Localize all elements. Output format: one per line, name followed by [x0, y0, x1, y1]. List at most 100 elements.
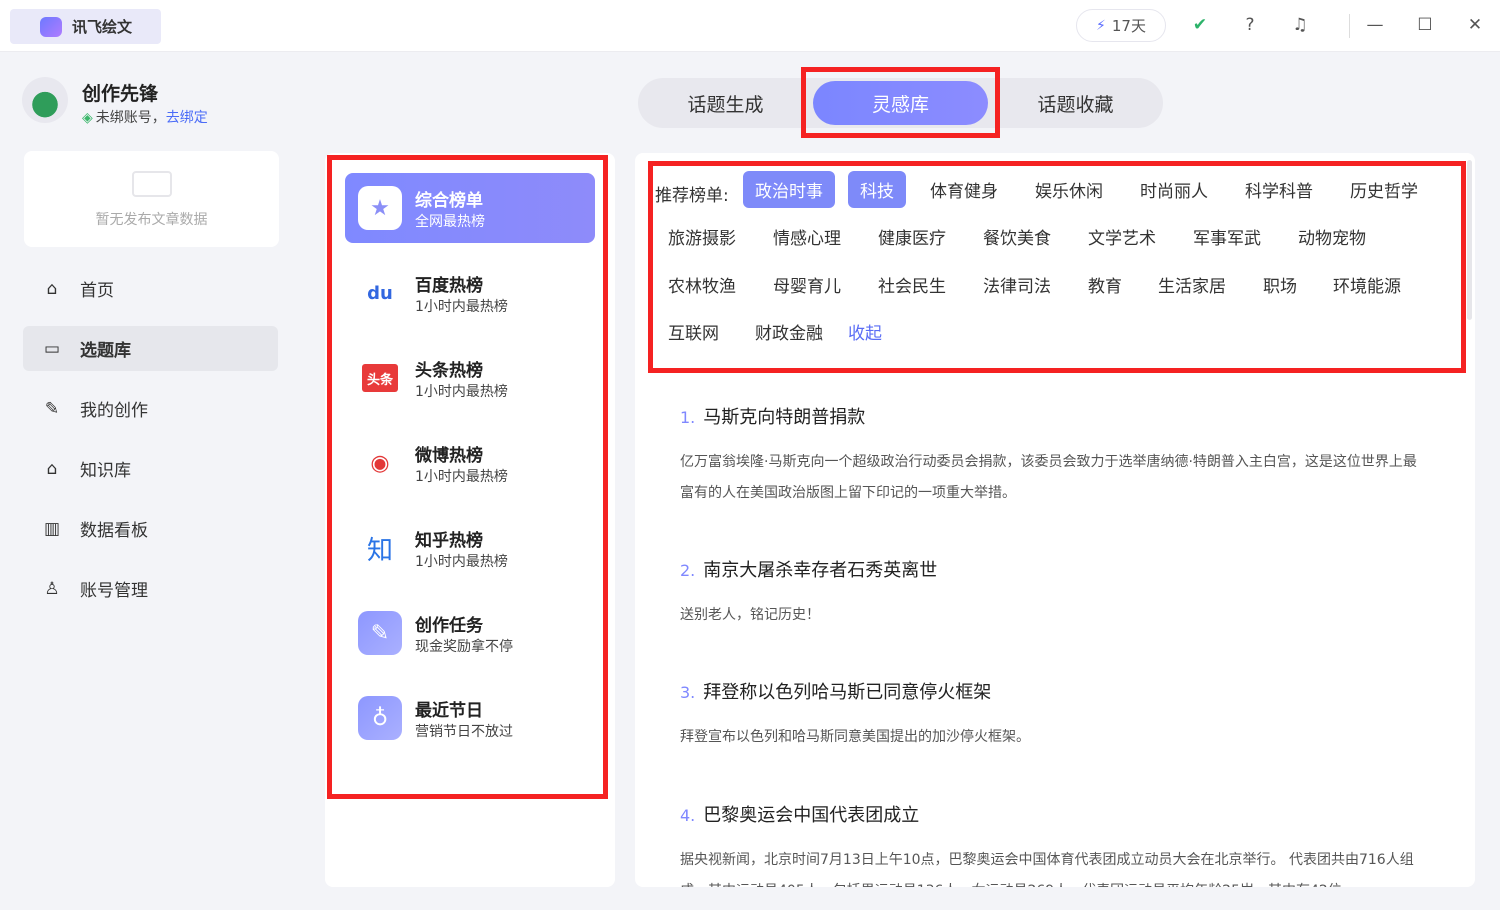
category-chip[interactable]: 科学科普: [1233, 171, 1325, 208]
category-chip[interactable]: 生活家居: [1146, 266, 1238, 303]
category-label: 推荐榜单:: [655, 186, 729, 206]
article-title-text: 拜登称以色列哈马斯已同意停火框架: [703, 682, 992, 703]
list-item-holidays[interactable]: ♁ 最近节日 营销节日不放过: [345, 683, 595, 753]
sidebar-item-label: 知识库: [80, 461, 131, 481]
list-subtitle: 1小时内最热榜: [415, 299, 508, 315]
balloon-icon: ♁: [358, 696, 402, 740]
list-item-zhihu[interactable]: 知 知乎热榜 1小时内最热榜: [345, 513, 595, 583]
article-title[interactable]: 3. 拜登称以色列哈马斯已同意停火框架: [680, 678, 1430, 704]
no-data-panel: 暂无发布文章数据: [24, 151, 279, 247]
avatar[interactable]: [22, 77, 68, 123]
list-item-weibo[interactable]: ◉ 微博热榜 1小时内最热榜: [345, 428, 595, 498]
maximize-icon[interactable]: ☐: [1414, 14, 1436, 36]
category-chip[interactable]: 军事军武: [1181, 218, 1273, 255]
status-text: 未绑账号，: [95, 110, 166, 126]
sidebar-item-label: 数据看板: [80, 521, 148, 541]
sidebar-item-accounts[interactable]: ♙ 账号管理: [23, 566, 278, 611]
main-menu: ⌂ 首页 ▭ 选题库 ✎ 我的创作 ⌂ 知识库 ▥ 数据看板 ♙ 账号管理: [23, 266, 278, 626]
shield-icon: ◈: [82, 110, 93, 126]
trial-badge[interactable]: ⚡ 17天: [1076, 9, 1166, 42]
list-item-toutiao[interactable]: 头条 头条热榜 1小时内最热榜: [345, 343, 595, 413]
list-title: 知乎热榜: [415, 531, 483, 551]
list-title: 头条热榜: [415, 361, 483, 381]
no-data-text: 暂无发布文章数据: [95, 212, 208, 228]
category-chip[interactable]: 体育健身: [918, 171, 1010, 208]
article-item[interactable]: 3. 拜登称以色列哈马斯已同意停火框架 拜登宣布以色列和哈马斯同意美国提出的加沙停…: [680, 678, 1430, 753]
category-chip[interactable]: 文学艺术: [1076, 218, 1168, 255]
category-chip[interactable]: 健康医疗: [866, 218, 958, 255]
category-chip[interactable]: 教育: [1076, 266, 1134, 303]
tab-topic-generation[interactable]: 话题生成: [638, 78, 813, 128]
category-chip[interactable]: 科技: [848, 171, 906, 208]
category-chip[interactable]: 互联网: [656, 313, 731, 350]
minimize-icon[interactable]: —: [1364, 14, 1386, 36]
list-subtitle: 1小时内最热榜: [415, 554, 508, 570]
list-title: 综合榜单: [415, 191, 483, 211]
sidebar-item-label: 选题库: [80, 341, 131, 361]
close-icon[interactable]: ✕: [1464, 14, 1486, 36]
category-chip[interactable]: 法律司法: [971, 266, 1063, 303]
sidebar-item-my-creations[interactable]: ✎ 我的创作: [23, 386, 278, 431]
bell-icon[interactable]: ♫: [1289, 14, 1311, 36]
category-chip[interactable]: 母婴育儿: [761, 266, 853, 303]
article-title[interactable]: 2. 南京大屠杀幸存者石秀英离世: [680, 556, 1430, 582]
list-subtitle: 全网最热榜: [415, 214, 485, 230]
list-title: 最近节日: [415, 701, 483, 721]
category-chip[interactable]: 娱乐休闲: [1023, 171, 1115, 208]
sidebar-item-label: 我的创作: [80, 401, 148, 421]
article-description: 亿万富翁埃隆·马斯克向一个超级政治行动委员会捐款，该委员会致力于选举唐纳德·特朗…: [680, 454, 1417, 501]
list-item-comprehensive[interactable]: ★ 综合榜单 全网最热榜: [345, 173, 595, 243]
article-title-text: 马斯克向特朗普捐款: [703, 407, 866, 428]
sidebar-item-topic-library[interactable]: ▭ 选题库: [23, 326, 278, 371]
category-chip[interactable]: 农林牧渔: [656, 266, 748, 303]
sidebar: 创作先锋 ◈ 未绑账号，去绑定 暂无发布文章数据 ⌂ 首页 ▭ 选题库 ✎ 我的创作 ⌂…: [0, 53, 300, 910]
article-item[interactable]: 2. 南京大屠杀幸存者石秀英离世 送别老人，铭记历史！: [680, 556, 1430, 631]
category-chip[interactable]: 财政金融: [743, 313, 835, 350]
list-subtitle: 1小时内最热榜: [415, 469, 508, 485]
category-chip[interactable]: 餐饮美食: [971, 218, 1063, 255]
sidebar-item-home[interactable]: ⌂ 首页: [23, 266, 278, 311]
category-chip[interactable]: 动物宠物: [1286, 218, 1378, 255]
article-item[interactable]: 4. 巴黎奥运会中国代表团成立 据央视新闻，北京时间7月13日上午10点，巴黎奥运…: [680, 801, 1430, 887]
trial-days: 17天: [1111, 17, 1146, 35]
home-icon: ⌂: [46, 278, 58, 299]
article-title[interactable]: 1. 马斯克向特朗普捐款: [680, 403, 1430, 429]
category-chip[interactable]: 职场: [1251, 266, 1309, 303]
pen-icon: ✎: [44, 398, 60, 419]
scrollbar[interactable]: [1467, 160, 1472, 320]
tab-favorites[interactable]: 话题收藏: [988, 78, 1163, 128]
collapse-link[interactable]: 收起: [836, 313, 894, 350]
list-item-tasks[interactable]: ✎ 创作任务 现金奖励拿不停: [345, 598, 595, 668]
category-chip[interactable]: 环境能源: [1321, 266, 1413, 303]
article-number: 2.: [680, 561, 696, 580]
task-icon: ✎: [358, 611, 402, 655]
user-icon: ♙: [44, 578, 60, 599]
toutiao-icon: 头条: [362, 364, 398, 392]
list-title: 百度热榜: [415, 276, 483, 296]
category-chip[interactable]: 政治时事: [743, 171, 835, 208]
category-chip[interactable]: 社会民生: [866, 266, 958, 303]
article-description: 拜登宣布以色列和哈马斯同意美国提出的加沙停火框架。: [680, 729, 1030, 745]
category-chip[interactable]: 时尚丽人: [1128, 171, 1220, 208]
list-item-baidu[interactable]: du 百度热榜 1小时内最热榜: [345, 258, 595, 328]
bind-link[interactable]: 去绑定: [166, 110, 208, 126]
article-description: 送别老人，铭记历史！: [680, 607, 820, 623]
article-item[interactable]: 1. 马斯克向特朗普捐款 亿万富翁埃隆·马斯克向一个超级政治行动委员会捐款，该委员…: [680, 403, 1430, 509]
category-chip[interactable]: 历史哲学: [1338, 171, 1430, 208]
list-subtitle: 营销节日不放过: [415, 724, 513, 740]
tab-inspiration[interactable]: 灵感库: [813, 81, 988, 125]
sidebar-item-knowledge[interactable]: ⌂ 知识库: [23, 446, 278, 491]
list-title: 微博热榜: [415, 446, 483, 466]
sidebar-item-label: 首页: [80, 281, 114, 301]
category-chip[interactable]: 旅游摄影: [656, 218, 748, 255]
app-name: 讯飞绘文: [72, 18, 133, 36]
user-name: 创作先锋: [82, 83, 159, 105]
category-chip[interactable]: 情感心理: [761, 218, 853, 255]
help-icon[interactable]: ?: [1239, 14, 1261, 36]
title-bar: 讯飞绘文 ⚡ 17天 ✔ ? ♫ — ☐ ✕: [0, 0, 1500, 52]
chart-icon: ▥: [43, 518, 61, 539]
check-circle-icon[interactable]: ✔: [1189, 14, 1211, 36]
article-description: 据央视新闻，北京时间7月13日上午10点，巴黎奥运会中国体育代表团成立动员大会在…: [680, 852, 1414, 887]
article-title[interactable]: 4. 巴黎奥运会中国代表团成立: [680, 801, 1430, 827]
sidebar-item-dashboard[interactable]: ▥ 数据看板: [23, 506, 278, 551]
